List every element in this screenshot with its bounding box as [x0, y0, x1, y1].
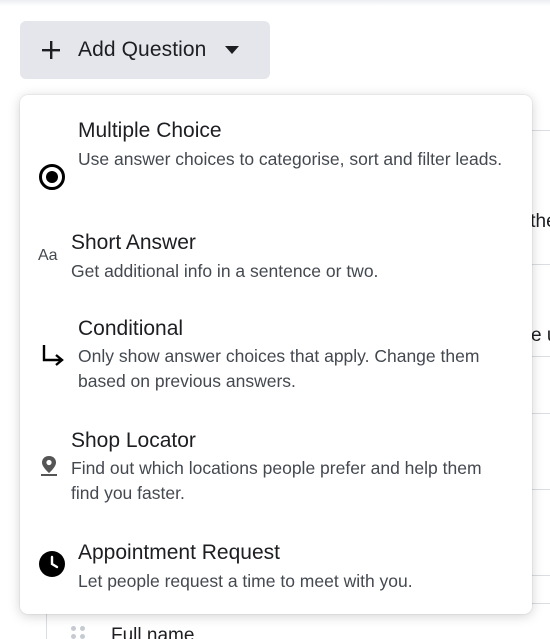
branch-arrow-icon [42, 345, 64, 366]
plus-icon [42, 41, 60, 59]
menu-item-multiple-choice[interactable]: Multiple Choice Use answer choices to ca… [20, 115, 532, 215]
stage: :the e u Full name Add Question Multiple… [0, 0, 550, 639]
add-question-button[interactable]: Add Question [20, 21, 270, 79]
menu-item-appointment-request[interactable]: Appointment Request Let people request a… [20, 537, 532, 597]
drag-handle-icon[interactable] [71, 626, 87, 639]
menu-item-shop-locator[interactable]: Shop Locator Find out which locations pe… [20, 425, 532, 505]
menu-item-title: Multiple Choice [78, 119, 222, 142]
menu-item-description: Get additional info in a sentence or two… [71, 261, 379, 281]
menu-item-title: Conditional [78, 317, 184, 340]
caret-down-icon [225, 46, 240, 54]
radio-selected-icon [39, 164, 65, 190]
menu-item-short-answer[interactable]: Aa Short Answer Get additional info in a… [20, 227, 532, 287]
add-question-label: Add Question [78, 38, 207, 61]
menu-item-title: Short Answer [71, 231, 196, 254]
obscured-text-fragment: e u [531, 325, 550, 346]
menu-item-description: Only show answer choices that apply. Cha… [78, 346, 480, 391]
menu-item-description: Let people request a time to meet with y… [78, 571, 413, 591]
menu-item-title: Shop Locator [71, 429, 196, 452]
full-name-field-label: Full name [111, 625, 195, 639]
top-divider [0, 0, 550, 6]
menu-item-title: Appointment Request [78, 541, 280, 564]
text-aa-icon: Aa [38, 247, 58, 264]
location-pin-icon [41, 456, 57, 476]
menu-item-description: Use answer choices to categorise, sort a… [78, 149, 503, 169]
question-type-menu: Multiple Choice Use answer choices to ca… [20, 95, 532, 614]
clock-icon [39, 551, 65, 577]
menu-item-description: Find out which locations people prefer a… [71, 458, 482, 503]
menu-item-conditional[interactable]: Conditional Only show answer choices tha… [20, 313, 532, 393]
